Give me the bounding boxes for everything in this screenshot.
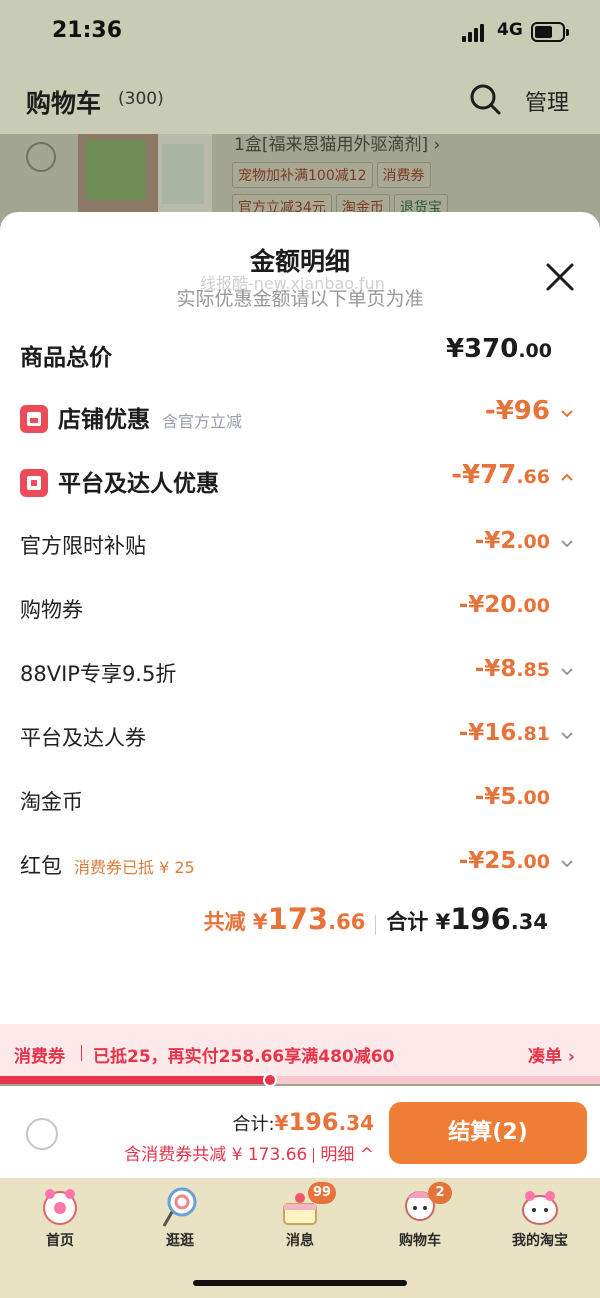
tab-label: 我的淘宝 — [512, 1233, 568, 1249]
tab-messages[interactable]: 99 消息 — [240, 1182, 360, 1250]
home-indicator — [193, 1280, 407, 1286]
coupon-progress-bar — [0, 1073, 600, 1087]
tab-home[interactable]: 首页 — [0, 1186, 120, 1250]
platform-discount-label: 平台及达人优惠 — [58, 471, 219, 497]
tab-label: 首页 — [46, 1233, 74, 1249]
amount-detail-sheet: 金额明细 线报酷-new.xianbao.fun 实际优惠金额请以下单页为准 商… — [0, 212, 600, 1024]
cart-product-item[interactable]: 1盒[福来恩猫用外驱滴剂] › 宠物加补满100减12 消费券 官方立减34元 淘金… — [0, 134, 600, 224]
platform-icon — [20, 468, 48, 497]
store-discount-label: 店铺优惠 — [58, 407, 150, 433]
discount-item-amount: -¥20.00 — [458, 592, 550, 618]
discount-item-row[interactable]: 官方限时补贴 -¥2.00 — [20, 524, 580, 564]
goods-total-amount: ¥370.00 — [445, 334, 552, 364]
page-title: 购物车 — [26, 89, 102, 118]
cart-count: (300) — [118, 89, 164, 109]
add-items-link[interactable]: 凑单 › — [528, 1042, 575, 1067]
total-summary: 共减 ¥173.66 合计 ¥196.34 — [0, 902, 548, 936]
manage-button[interactable]: 管理 — [525, 85, 569, 117]
discount-item-label: 平台及达人券 — [20, 726, 146, 750]
product-checkbox[interactable] — [26, 142, 56, 172]
discount-item-amount: -¥8.85 — [474, 656, 550, 682]
checkout-total: 合计:¥196.34 — [232, 1108, 374, 1136]
discount-item-label: 88VIP专享9.5折 — [20, 662, 177, 686]
tab-badge: 99 — [308, 1182, 337, 1204]
chevron-up-icon[interactable] — [558, 468, 576, 486]
store-discount-amount: -¥96 — [484, 396, 550, 426]
discount-item-amount: -¥5.00 — [474, 784, 550, 810]
chevron-down-icon[interactable] — [558, 534, 576, 552]
discount-item-amount: -¥25.00 — [458, 848, 550, 874]
status-time: 21:36 — [52, 18, 123, 43]
tab-label: 购物车 — [399, 1233, 441, 1249]
total-sum: 合计 ¥196.34 — [386, 902, 548, 936]
chevron-down-icon[interactable] — [558, 404, 576, 422]
tab-my-taobao[interactable]: 我的淘宝 — [480, 1186, 600, 1250]
close-icon[interactable] — [543, 260, 577, 294]
discount-item-label: 淘金币 — [20, 790, 83, 814]
signal-icon — [462, 24, 488, 42]
checkout-bar: 合计:¥196.34 含消费券共减 ¥ 173.66 明细 ^ 结算(2) — [0, 1086, 600, 1178]
select-all-checkbox[interactable] — [26, 1118, 58, 1150]
cake-icon: 99 — [278, 1182, 337, 1228]
tab-browse[interactable]: 逛逛 — [120, 1186, 240, 1250]
coupon-text: 已抵25，再实付258.66享满480减60 — [93, 1047, 395, 1067]
coupon-tag: 消费券 — [14, 1047, 65, 1067]
coupon-promo-bar: 消费券 已抵25，再实付258.66享满480减60 凑单 › — [0, 1024, 600, 1080]
goods-total-row: 商品总价 ¥370.00 — [20, 332, 580, 372]
platform-discount-row[interactable]: 平台及达人优惠 -¥77.66 — [20, 458, 580, 498]
total-saved: 共减 ¥173.66 — [203, 902, 366, 936]
chevron-down-icon[interactable] — [558, 662, 576, 680]
discount-item-label: 官方限时补贴 — [20, 534, 146, 558]
lollipop-icon — [158, 1186, 202, 1228]
discount-item-row[interactable]: 88VIP专享9.5折 -¥8.85 — [20, 652, 580, 692]
checkout-button[interactable]: 结算(2) — [389, 1102, 587, 1164]
discount-item-label: 购物券 — [20, 598, 83, 622]
detail-toggle[interactable]: 明细 ^ — [320, 1145, 374, 1165]
checkout-detail: 含消费券共减 ¥ 173.66 明细 ^ — [124, 1145, 374, 1165]
chevron-down-icon[interactable] — [558, 726, 576, 744]
goods-total-label: 商品总价 — [20, 345, 112, 371]
kitty-icon — [518, 1186, 562, 1228]
discount-item-note: 消费券已抵 ¥ 25 — [74, 858, 195, 877]
store-discount-note: 含官方立减 — [162, 412, 243, 431]
chevron-down-icon[interactable] — [558, 854, 576, 872]
discount-item-row[interactable]: 平台及达人券 -¥16.81 — [20, 716, 580, 756]
status-bar: 21:36 4G — [0, 0, 600, 66]
tab-cart[interactable]: 2 购物车 — [360, 1182, 480, 1250]
discount-item-row[interactable]: 红包 消费券已抵 ¥ 25 -¥25.00 — [20, 844, 580, 884]
network-type: 4G — [497, 20, 523, 40]
discount-item-label: 红包 — [20, 854, 62, 878]
sheet-subtitle: 实际优惠金额请以下单页为准 — [176, 288, 424, 310]
discount-item-row: 购物券 -¥20.00 — [20, 588, 580, 628]
tab-label: 逛逛 — [166, 1233, 194, 1249]
discount-item-row: 淘金币 -¥5.00 — [20, 780, 580, 820]
discount-item-amount: -¥16.81 — [458, 720, 550, 746]
product-tag: 消费券 — [376, 162, 431, 188]
search-icon[interactable] — [468, 82, 502, 116]
battery-icon — [531, 22, 569, 42]
home-icon — [38, 1186, 82, 1228]
store-discount-row[interactable]: 店铺优惠 含官方立减 -¥96 — [20, 394, 580, 434]
discount-item-amount: -¥2.00 — [474, 528, 550, 554]
tab-label: 消息 — [286, 1233, 314, 1249]
product-tag: 宠物加补满100减12 — [232, 162, 373, 188]
cart-header: 购物车 (300) 管理 — [0, 66, 600, 134]
progress-knob — [263, 1073, 277, 1087]
tab-badge: 2 — [428, 1182, 452, 1204]
cart-character-icon: 2 — [398, 1182, 452, 1228]
platform-discount-amount: -¥77.66 — [451, 460, 550, 490]
product-title[interactable]: 1盒[福来恩猫用外驱滴剂] › — [234, 130, 440, 155]
store-icon — [20, 404, 48, 433]
product-image[interactable] — [78, 134, 212, 214]
